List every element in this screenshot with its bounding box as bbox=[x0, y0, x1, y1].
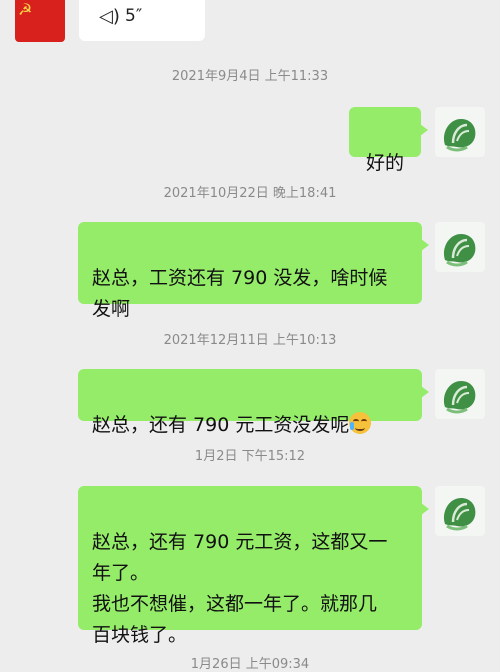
message-bubble[interactable]: 好的 bbox=[349, 107, 428, 174]
voice-duration: 5″ bbox=[125, 6, 143, 26]
my-avatar[interactable] bbox=[435, 222, 485, 272]
message-text: 好的 bbox=[365, 152, 404, 174]
message-bubble[interactable]: 赵总，还有 790 元工资没发呢 bbox=[78, 369, 429, 436]
cabbage-icon bbox=[443, 234, 476, 267]
crying-laughing-emoji-icon bbox=[349, 412, 372, 434]
voice-wave-icon: ◁) bbox=[99, 6, 120, 27]
message-bubble[interactable]: 赵总，工资还有 790 没发，啥时候 发啊 bbox=[78, 222, 429, 320]
message-text: 赵总，工资还有 790 没发，啥时候 发啊 bbox=[92, 267, 388, 320]
cabbage-icon bbox=[443, 498, 476, 531]
voice-message[interactable]: ◁) 5″ bbox=[79, 0, 205, 41]
party-emblem-icon: ☭ bbox=[18, 0, 33, 19]
my-avatar[interactable] bbox=[435, 369, 485, 419]
my-avatar[interactable] bbox=[435, 486, 485, 536]
timestamp: 1月26日 上午09:34 bbox=[190, 657, 310, 672]
my-avatar[interactable] bbox=[435, 107, 485, 157]
contact-avatar[interactable]: ☭ bbox=[15, 0, 65, 42]
cabbage-icon bbox=[443, 381, 476, 414]
timestamp: 1月2日 下午15:12 bbox=[194, 449, 306, 464]
timestamp: 2021年12月11日 上午10:13 bbox=[163, 333, 337, 348]
message-text: 赵总，还有 790 元工资，这都又一 年了。 我也不想催，这都一年了。就那几 百… bbox=[92, 531, 388, 646]
timestamp: 2021年9月4日 上午11:33 bbox=[171, 69, 329, 84]
message-text: 赵总，还有 790 元工资没发呢 bbox=[92, 414, 350, 436]
cabbage-icon bbox=[443, 119, 476, 152]
timestamp: 2021年10月22日 晚上18:41 bbox=[163, 186, 337, 201]
message-bubble[interactable]: 赵总，还有 790 元工资，这都又一 年了。 我也不想催，这都一年了。就那几 百… bbox=[78, 486, 429, 646]
